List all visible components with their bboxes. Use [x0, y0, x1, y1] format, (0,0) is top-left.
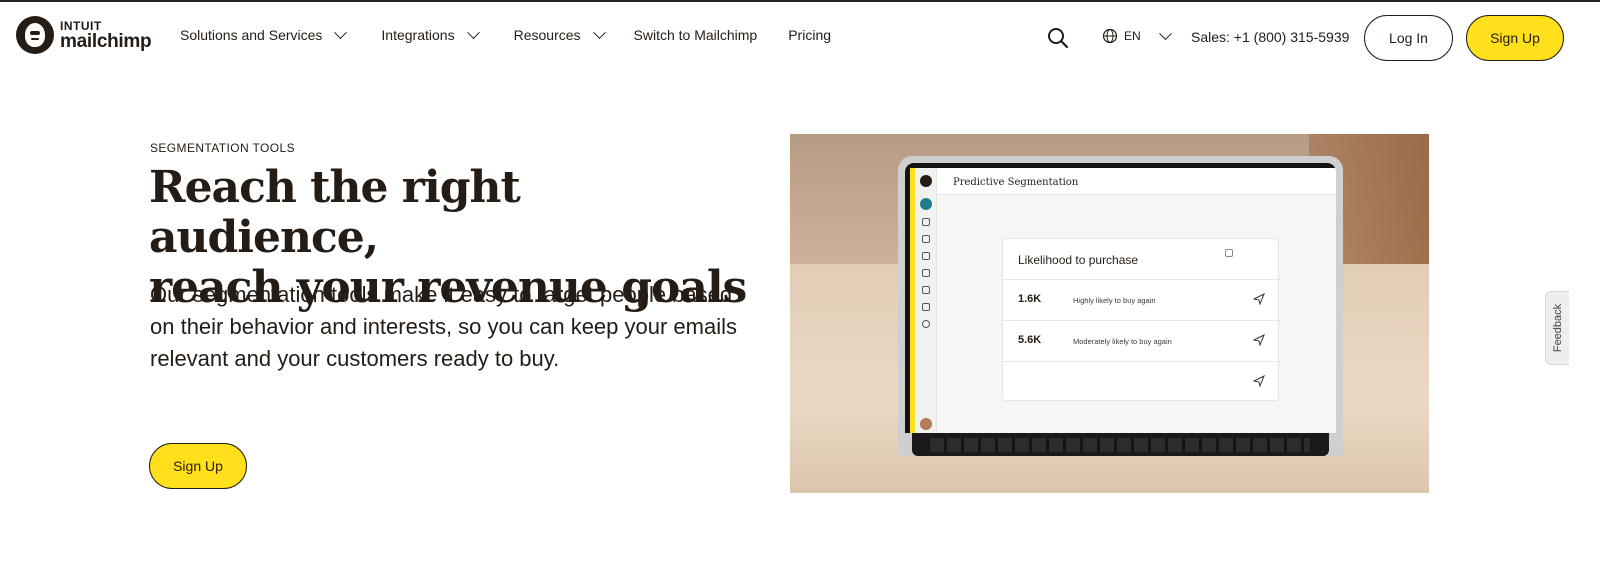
freddie-icon [920, 175, 932, 187]
nav-solutions-and-services[interactable]: Solutions and Services [180, 25, 348, 43]
segment-label: Highly likely to buy again [1073, 296, 1156, 305]
automations-icon [922, 235, 930, 243]
hero-signup-button[interactable]: Sign Up [149, 443, 247, 489]
segment-row: 1.6K Highly likely to buy again [1003, 279, 1280, 320]
content-icon [922, 303, 930, 311]
app-sidebar [915, 168, 937, 433]
search-icon [922, 320, 930, 328]
chevron-down-icon [334, 25, 348, 39]
sales-phone[interactable]: Sales: +1 (800) 315-5939 [1191, 29, 1349, 45]
create-icon [920, 198, 932, 210]
nav-resources[interactable]: Resources [513, 25, 606, 43]
info-icon [1225, 249, 1233, 257]
segment-label: Moderately likely to buy again [1073, 337, 1172, 346]
nav-label: Resources [513, 27, 581, 43]
analytics-icon [922, 269, 930, 277]
nav-label: Pricing [788, 27, 832, 43]
app-page-title: Predictive Segmentation [953, 177, 1079, 188]
site-header: INTUIT mailchimp Solutions and Services … [0, 2, 1600, 70]
nav-label: Integrations [381, 27, 455, 43]
send-icon [1253, 375, 1265, 387]
laptop: Predictive Segmentation Likelihood to pu… [898, 156, 1343, 456]
main-nav: Solutions and Services Integrations Reso… [180, 25, 831, 43]
chevron-down-icon [1158, 26, 1172, 40]
laptop-screen: Predictive Segmentation Likelihood to pu… [905, 163, 1336, 433]
logo-wordmark: INTUIT mailchimp [60, 18, 152, 52]
chevron-down-icon [592, 25, 606, 39]
header-signup-button[interactable]: Sign Up [1466, 15, 1564, 61]
chevron-down-icon [466, 25, 480, 39]
app-ui: Predictive Segmentation Likelihood to pu… [910, 168, 1336, 433]
feedback-tab[interactable]: Feedback [1545, 291, 1569, 365]
nav-pricing[interactable]: Pricing [788, 27, 831, 43]
hero-body: Our segmentation tools make it easy to t… [150, 282, 737, 371]
globe-icon [1102, 28, 1118, 44]
logo-mailchimp-text: mailchimp [60, 30, 152, 52]
send-icon [1253, 293, 1265, 305]
audience-icon [922, 252, 930, 260]
segment-count: 1.6K [1018, 293, 1042, 305]
segment-row: 5.6K Moderately likely to buy again [1003, 320, 1280, 361]
logo-intuit-text: INTUIT [60, 18, 102, 33]
send-icon [1253, 334, 1265, 346]
card-title: Likelihood to purchase [1018, 253, 1139, 267]
mailchimp-logo[interactable]: INTUIT mailchimp [16, 16, 152, 54]
website-icon [922, 286, 930, 294]
campaigns-icon [922, 218, 930, 226]
feedback-label: Feedback [1551, 303, 1564, 353]
nav-switch-to-mailchimp[interactable]: Switch to Mailchimp [634, 27, 758, 43]
freddie-logo-icon [16, 16, 54, 54]
language-selector[interactable]: EN [1102, 26, 1172, 44]
avatar [920, 418, 932, 430]
language-label: EN [1124, 29, 1141, 43]
segment-count: 5.6K [1018, 334, 1042, 346]
hero-eyebrow: SEGMENTATION TOOLS [150, 141, 296, 155]
app-topbar: Predictive Segmentation [937, 168, 1336, 195]
segment-row [1003, 361, 1280, 402]
login-button[interactable]: Log In [1364, 15, 1453, 61]
nav-label: Solutions and Services [180, 27, 323, 43]
nav-integrations[interactable]: Integrations [381, 25, 480, 43]
hero-image-laptop: Predictive Segmentation Likelihood to pu… [790, 134, 1429, 493]
nav-label: Switch to Mailchimp [633, 27, 758, 43]
laptop-keyboard [912, 433, 1329, 456]
search-icon[interactable] [1047, 27, 1069, 49]
likelihood-card: Likelihood to purchase 1.6K Highly likel… [1002, 238, 1280, 402]
headline-line-1: Reach the right audience, [149, 162, 521, 263]
